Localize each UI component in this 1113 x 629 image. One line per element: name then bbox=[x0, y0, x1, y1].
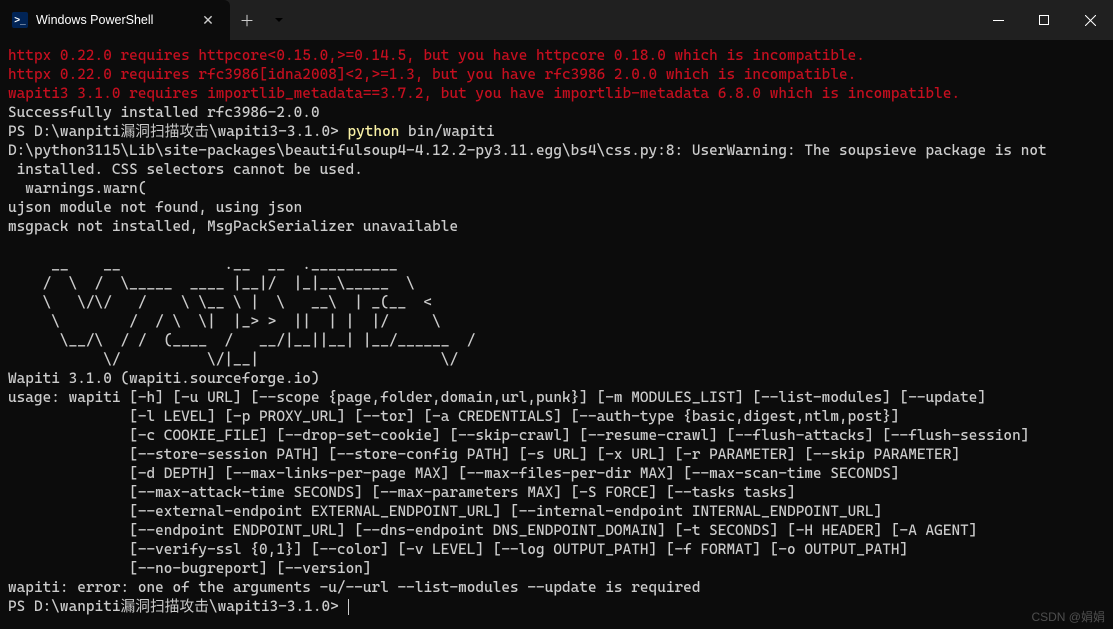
tab-dropdown-button[interactable] bbox=[264, 0, 294, 40]
wapiti-error: wapiti: error: one of the arguments -u/-… bbox=[8, 579, 700, 596]
prompt-2-prefix: PS D:\wanpiti漏洞扫描攻击\wapiti3-3.1.0> bbox=[8, 598, 347, 615]
usage-line: [--external-endpoint EXTERNAL_ENDPOINT_U… bbox=[8, 503, 882, 520]
maximize-button[interactable] bbox=[1021, 0, 1067, 40]
cursor bbox=[348, 599, 349, 615]
ascii-art-line: / \ / \_____ ____ |__|/ |_|__\_____ \ bbox=[8, 275, 415, 292]
pip-warning-2: httpx 0.22.0 requires rfc3986[idna2008]<… bbox=[8, 66, 856, 83]
usage-line: [-d DEPTH] [--max-links-per-page MAX] [-… bbox=[8, 465, 900, 482]
ascii-art-line: \ \/\/ / \ \__ \ | \ __\ | _(__ < bbox=[8, 294, 432, 311]
maximize-icon bbox=[1039, 15, 1049, 25]
python-warning-line-1: D:\python3115\Lib\site-packages\beautifu… bbox=[8, 142, 1047, 159]
chevron-down-icon bbox=[274, 17, 284, 23]
close-icon bbox=[1085, 15, 1096, 26]
pip-warning-1: httpx 0.22.0 requires httpcore<0.15.0,>=… bbox=[8, 47, 865, 64]
ascii-art-line: __ __ .__ __ .__________ bbox=[8, 256, 398, 273]
ujson-notice: ujson module not found, using json bbox=[8, 199, 302, 216]
wapiti-version: Wapiti 3.1.0 (wapiti.sourceforge.io) bbox=[8, 370, 320, 387]
ascii-art-line: \/ \/|__| \/ bbox=[8, 351, 458, 368]
tab-close-button[interactable]: ✕ bbox=[198, 10, 218, 30]
tab-powershell[interactable]: >_ Windows PowerShell ✕ bbox=[0, 0, 230, 40]
powershell-icon: >_ bbox=[12, 12, 28, 28]
tab-title: Windows PowerShell bbox=[36, 13, 190, 27]
usage-line: [-c COOKIE_FILE] [--drop-set-cookie] [--… bbox=[8, 427, 1029, 444]
python-warning-line-3: warnings.warn( bbox=[8, 180, 147, 197]
titlebar-drag-area[interactable] bbox=[294, 0, 975, 40]
prompt-1-prefix: PS D:\wanpiti漏洞扫描攻击\wapiti3-3.1.0> bbox=[8, 123, 347, 140]
prompt-1-command: python bbox=[347, 123, 399, 140]
usage-line: [-l LEVEL] [-p PROXY_URL] [--tor] [-a CR… bbox=[8, 408, 900, 425]
usage-line: [--verify-ssl {0,1}] [--color] [-v LEVEL… bbox=[8, 541, 908, 558]
usage-line: usage: wapiti [-h] [-u URL] [--scope {pa… bbox=[8, 389, 986, 406]
minimize-button[interactable] bbox=[975, 0, 1021, 40]
minimize-icon bbox=[993, 15, 1004, 26]
new-tab-button[interactable]: ＋ bbox=[230, 0, 264, 40]
terminal-output[interactable]: httpx 0.22.0 requires httpcore<0.15.0,>=… bbox=[0, 40, 1113, 620]
pip-warning-3: wapiti3 3.1.0 requires importlib_metadat… bbox=[8, 85, 960, 102]
ascii-art-line: \ / / \ \| |_> > || | | |/ \ bbox=[8, 313, 441, 330]
python-warning-line-2: installed. CSS selectors cannot be used. bbox=[8, 161, 363, 178]
install-success: Successfully installed rfc3986-2.0.0 bbox=[8, 104, 320, 121]
usage-line: [--endpoint ENDPOINT_URL] [--dns-endpoin… bbox=[8, 522, 977, 539]
window-controls bbox=[975, 0, 1113, 40]
usage-line: [--store-session PATH] [--store-config P… bbox=[8, 446, 960, 463]
usage-line: [--max-attack-time SECONDS] [--max-param… bbox=[8, 484, 796, 501]
msgpack-notice: msgpack not installed, MsgPackSerializer… bbox=[8, 218, 458, 235]
titlebar: >_ Windows PowerShell ✕ ＋ bbox=[0, 0, 1113, 40]
usage-line: [--no-bugreport] [--version] bbox=[8, 560, 372, 577]
ascii-art-line: \__/\ / / (____ / __/|__||__| |__/______… bbox=[8, 332, 475, 349]
close-window-button[interactable] bbox=[1067, 0, 1113, 40]
watermark: CSDN @娟娟 bbox=[1031, 608, 1105, 625]
prompt-1-args: bin/wapiti bbox=[399, 123, 494, 140]
